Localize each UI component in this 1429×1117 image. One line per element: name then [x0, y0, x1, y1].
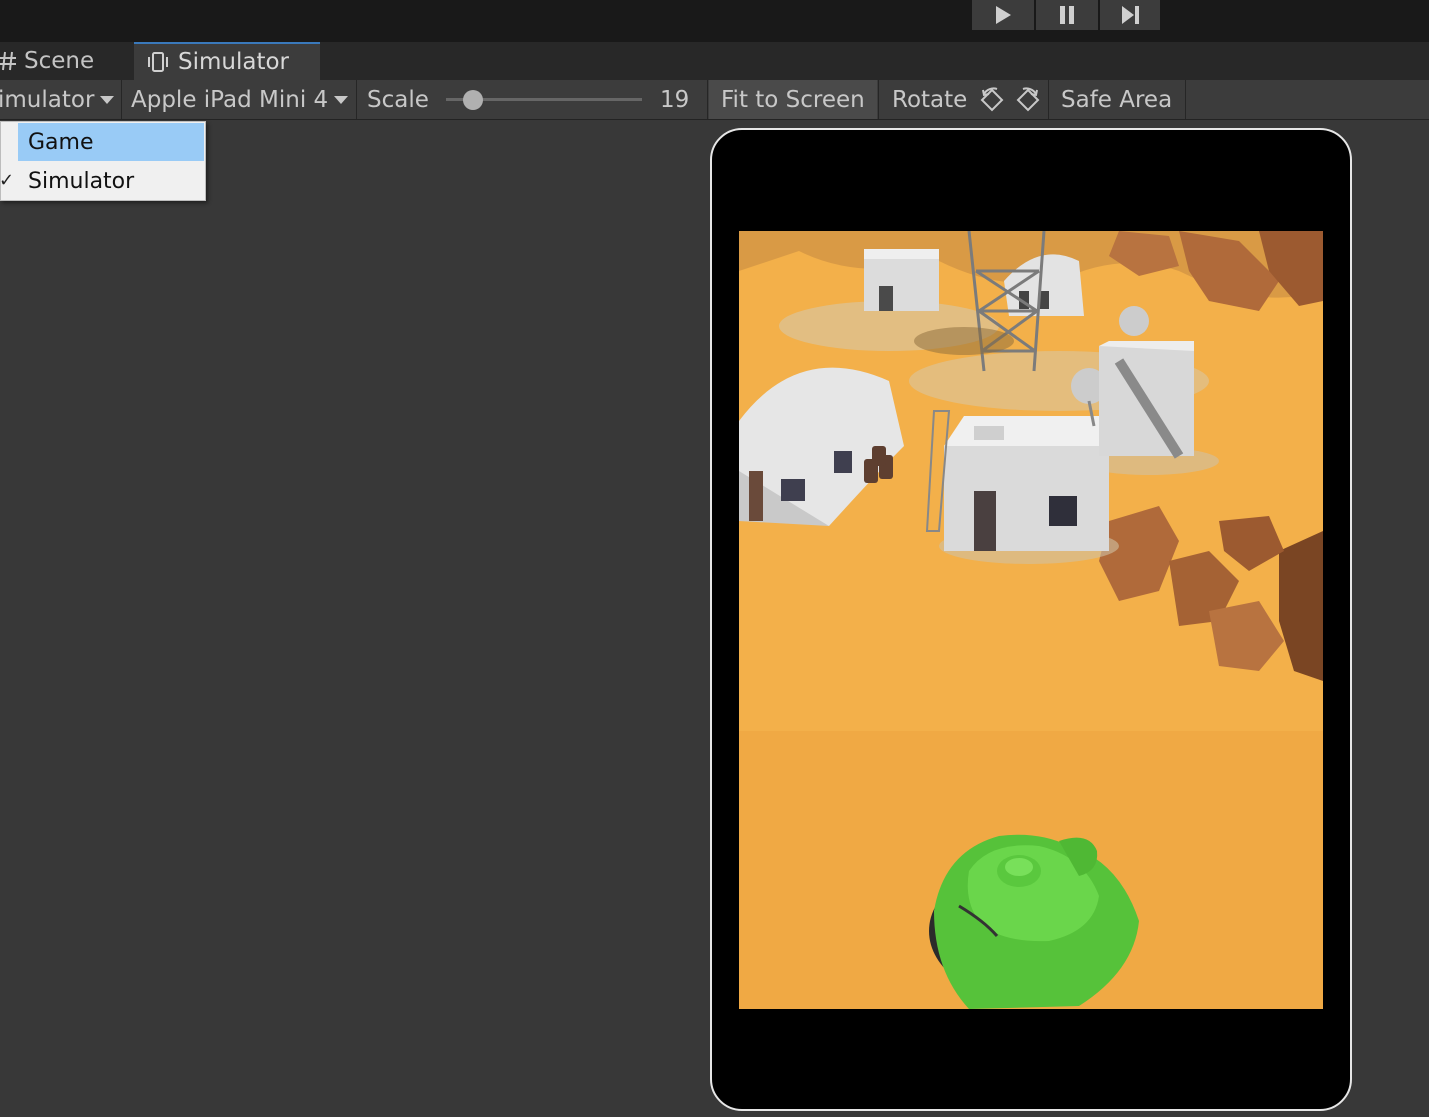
- tab-bar: Scene Simulator: [0, 42, 1429, 80]
- device-label: Apple iPad Mini 4: [131, 86, 329, 113]
- hash-icon: [0, 51, 16, 71]
- tab-simulator[interactable]: Simulator: [134, 42, 320, 80]
- divider: [1048, 80, 1049, 119]
- game-viewport[interactable]: [739, 231, 1323, 1009]
- pause-icon: [1060, 6, 1074, 24]
- rotate-control: Rotate: [880, 80, 1046, 119]
- device-dropdown[interactable]: Apple iPad Mini 4: [123, 80, 355, 119]
- divider: [356, 80, 357, 119]
- divider: [1185, 80, 1186, 119]
- top-toolbar: [0, 0, 1429, 42]
- simulator-toolbar: imulator Apple iPad Mini 4 Scale 19 Fit …: [0, 80, 1429, 120]
- divider: [707, 80, 708, 119]
- scale-slider-thumb[interactable]: [463, 90, 483, 110]
- view-mode-label: imulator: [0, 86, 95, 113]
- menu-item-label: Simulator: [28, 168, 135, 194]
- game-scene-image: [739, 231, 1323, 1009]
- safe-area-button[interactable]: Safe Area: [1050, 80, 1184, 119]
- chevron-down-icon: [334, 95, 349, 104]
- rotate-right-icon[interactable]: [1013, 85, 1043, 115]
- view-mode-menu: Game ✓ Simulator: [0, 121, 206, 201]
- tab-label: Scene: [24, 48, 95, 74]
- divider: [121, 80, 122, 119]
- rotate-left-icon[interactable]: [977, 85, 1007, 115]
- tab-scene[interactable]: Scene: [0, 42, 130, 80]
- menu-item-game[interactable]: Game: [1, 123, 206, 161]
- view-mode-dropdown[interactable]: imulator: [0, 80, 118, 119]
- play-icon: [996, 6, 1011, 24]
- step-button[interactable]: [1100, 0, 1160, 30]
- menu-item-label: Game: [28, 129, 94, 155]
- building-small-top: [864, 249, 939, 311]
- scale-value: 19: [660, 86, 690, 113]
- device-icon: [146, 51, 170, 73]
- chevron-down-icon: [100, 95, 115, 104]
- pause-button[interactable]: [1036, 0, 1098, 30]
- tab-label: Simulator: [178, 49, 290, 75]
- rotate-label: Rotate: [892, 86, 968, 113]
- fit-to-screen-button[interactable]: Fit to Screen: [709, 80, 877, 119]
- checkmark-icon: ✓: [0, 170, 15, 191]
- divider: [878, 80, 879, 119]
- scale-label: Scale: [367, 86, 429, 113]
- menu-item-simulator[interactable]: ✓ Simulator: [0, 162, 206, 200]
- play-button[interactable]: [972, 0, 1034, 30]
- shadow: [914, 327, 1014, 355]
- step-icon: [1122, 6, 1139, 24]
